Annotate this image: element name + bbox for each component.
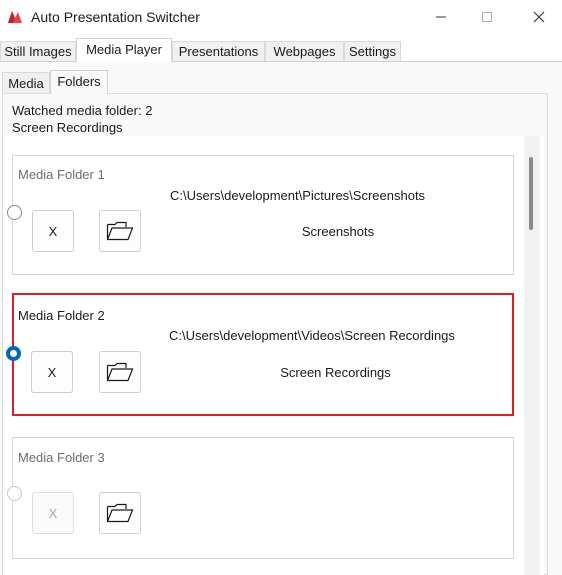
minimize-button[interactable] xyxy=(418,0,464,34)
subtab-folders[interactable]: Folders xyxy=(50,70,108,94)
folder-icon xyxy=(106,362,134,382)
folder-path: C:\Users\development\Videos\Screen Recor… xyxy=(169,328,455,343)
tab-settings[interactable]: Settings xyxy=(344,41,401,61)
close-button[interactable] xyxy=(516,0,562,34)
maximize-button[interactable] xyxy=(464,0,510,34)
subtab-media[interactable]: Media xyxy=(2,72,50,94)
folder-title: Media Folder 2 xyxy=(18,308,105,323)
browse-folder-button[interactable] xyxy=(99,351,141,393)
folder-title: Media Folder 3 xyxy=(18,450,105,465)
folder-icon xyxy=(106,221,134,241)
tab-presentations[interactable]: Presentations xyxy=(172,41,265,61)
folder-title: Media Folder 1 xyxy=(18,167,105,182)
folder-name: Screen Recordings xyxy=(280,365,391,380)
media-folder-group: Media Folder 3 X xyxy=(12,437,514,559)
clear-folder-button[interactable]: X xyxy=(32,210,74,252)
tab-webpages[interactable]: Webpages xyxy=(265,41,344,61)
window-title: Auto Presentation Switcher xyxy=(31,9,200,25)
close-icon xyxy=(533,11,545,23)
browse-folder-button[interactable] xyxy=(99,492,141,534)
title-bar: Auto Presentation Switcher xyxy=(0,0,562,36)
tab-media-player[interactable]: Media Player xyxy=(76,38,172,62)
folder-radio[interactable] xyxy=(7,486,22,501)
clear-folder-button[interactable]: X xyxy=(31,351,73,393)
folder-icon xyxy=(106,503,134,523)
minimize-icon xyxy=(436,16,446,18)
scrollbar-thumb[interactable] xyxy=(529,157,533,230)
folder-name: Screenshots xyxy=(301,224,375,239)
watched-folder-label: Watched media folder: 2 Screen Recording… xyxy=(12,103,153,135)
maximize-icon xyxy=(482,12,492,22)
browse-folder-button[interactable] xyxy=(99,210,141,252)
clear-folder-button[interactable]: X xyxy=(32,492,74,534)
main-tab-strip: Still Images Media Player Presentations … xyxy=(0,38,562,62)
folder-path: C:\Users\development\Pictures\Screenshot… xyxy=(170,188,426,203)
media-folder-group-selected: Media Folder 2 C:\Users\development\Vide… xyxy=(12,293,514,416)
folder-radio-selected[interactable] xyxy=(6,346,21,361)
tab-still-images[interactable]: Still Images xyxy=(0,41,76,61)
app-logo-icon xyxy=(6,9,24,25)
folder-radio[interactable] xyxy=(7,205,22,220)
media-folder-group: Media Folder 1 C:\Users\development\Pict… xyxy=(12,155,514,275)
